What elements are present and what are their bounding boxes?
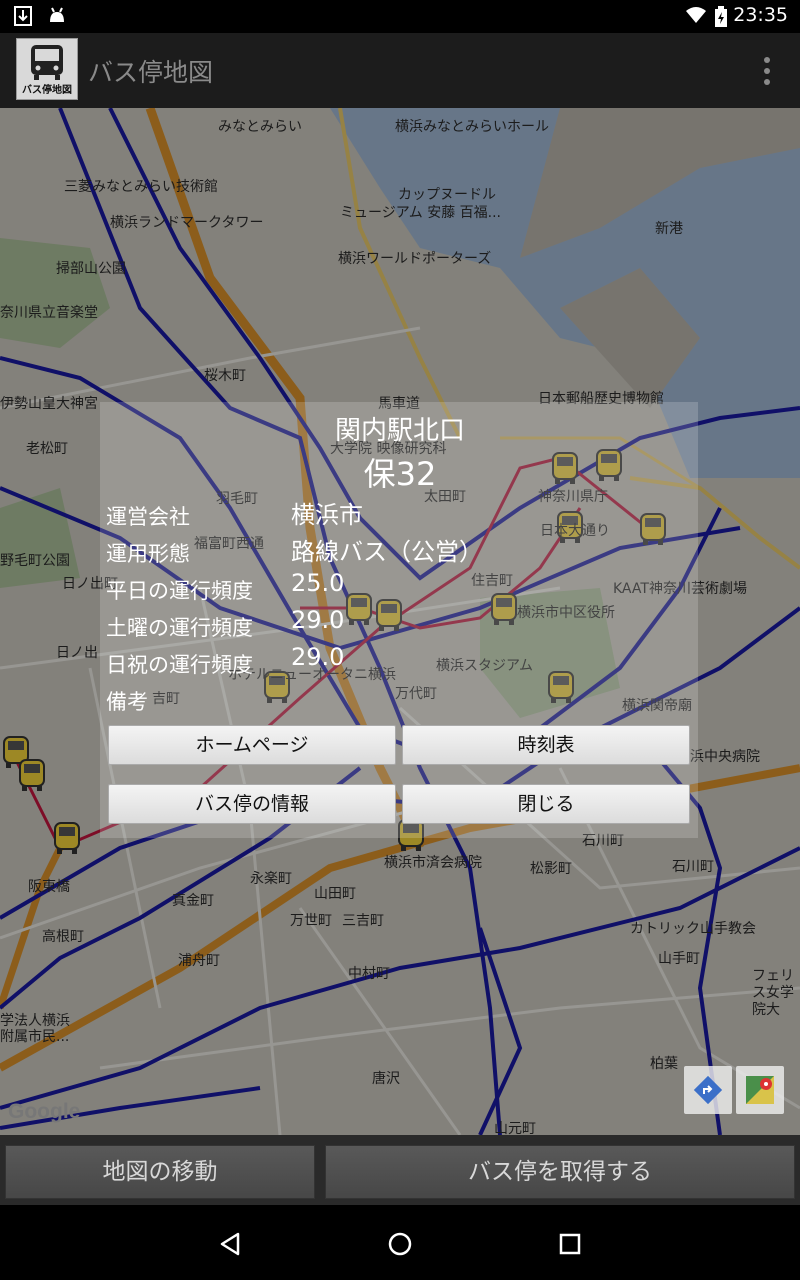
timetable-button[interactable]: 時刻表 — [402, 725, 690, 765]
weekday-frequency-value: 25.0 — [291, 569, 345, 597]
close-button[interactable]: 閉じる — [402, 784, 690, 824]
operator-value: 横浜市 — [291, 501, 363, 529]
holiday-frequency-value: 29.0 — [291, 643, 345, 671]
app-logo-icon: バス停地図 — [16, 38, 78, 100]
weekday-frequency-label: 平日の運行頻度 — [106, 579, 253, 603]
move-map-button[interactable]: 地図の移動 — [5, 1145, 315, 1199]
system-navigation-bar — [0, 1205, 800, 1280]
status-bar: 23:35 — [0, 0, 800, 33]
homepage-button[interactable]: ホームページ — [108, 725, 396, 765]
directions-icon[interactable] — [684, 1066, 732, 1114]
bottom-toolbar: 地図の移動 バス停を取得する — [0, 1135, 800, 1205]
overflow-menu-icon[interactable] — [764, 57, 772, 90]
app-bar: バス停地図 バス停地図 — [0, 33, 800, 108]
stop-name: 関内駅北口 — [334, 416, 465, 446]
home-icon[interactable] — [387, 1231, 413, 1257]
stop-info-button[interactable]: バス停の情報 — [108, 784, 396, 824]
get-bus-stops-button[interactable]: バス停を取得する — [325, 1145, 795, 1199]
recents-icon[interactable] — [558, 1232, 582, 1256]
app-logo-caption: バス停地図 — [22, 85, 72, 96]
remarks-label: 備考 — [106, 690, 148, 714]
battery-icon — [715, 6, 727, 27]
route-number: 保32 — [363, 455, 437, 493]
service-type-value: 路線バス（公営） — [291, 538, 483, 566]
status-time: 23:35 — [733, 4, 788, 26]
back-icon[interactable] — [218, 1231, 244, 1257]
google-maps-icon[interactable] — [736, 1066, 784, 1114]
operator-label: 運営会社 — [106, 505, 190, 529]
saturday-frequency-value: 29.0 — [291, 606, 345, 634]
app-title: バス停地図 — [88, 58, 214, 87]
wifi-icon — [686, 7, 706, 23]
download-icon — [14, 6, 32, 26]
holiday-frequency-label: 日祝の運行頻度 — [106, 653, 253, 677]
google-attribution: Google — [8, 1100, 81, 1123]
saturday-frequency-label: 土曜の運行頻度 — [106, 616, 253, 640]
service-type-label: 運用形態 — [106, 542, 190, 566]
android-icon — [50, 7, 64, 22]
